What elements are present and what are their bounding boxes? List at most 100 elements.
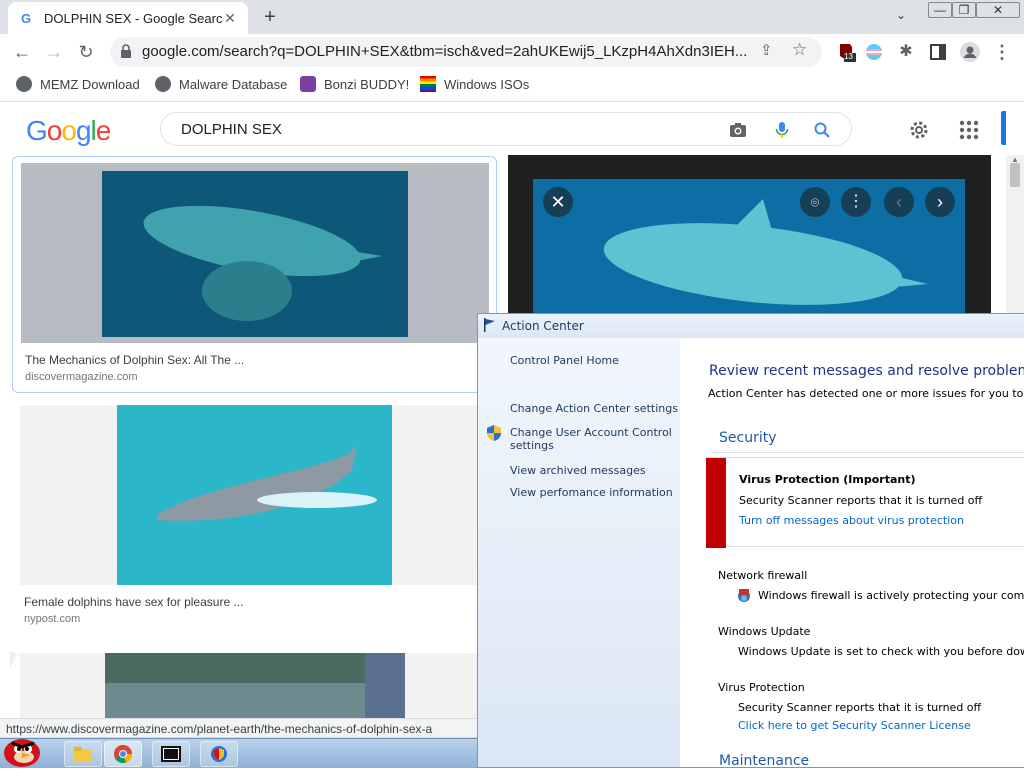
url-text[interactable]: google.com/search?q=DOLPHIN+SEX&tbm=isch… [142, 43, 752, 60]
bookmark-label: Malware Database [179, 76, 288, 92]
firewall-icon [738, 589, 750, 602]
taskbar-chrome[interactable] [104, 741, 142, 767]
get-security-scanner-license-link[interactable]: Click here to get Security Scanner Licen… [738, 719, 971, 732]
image-preview-panel: ✕ ⌾ ⋮ ‹ › [508, 155, 991, 315]
share-icon[interactable]: ⇪ [760, 41, 773, 59]
bookmark-label: Windows ISOs [444, 76, 530, 92]
dolphin-image [117, 405, 392, 585]
maximize-button[interactable]: ❐ [952, 2, 976, 18]
alert-text: Security Scanner reports that it is turn… [739, 494, 983, 507]
security-section-header[interactable]: Security [719, 430, 777, 446]
control-panel-home-link[interactable]: Control Panel Home [510, 354, 619, 367]
network-firewall-label: Network firewall [718, 569, 808, 582]
search-icon[interactable] [813, 121, 831, 139]
maintenance-section-header[interactable]: Maintenance [719, 753, 809, 767]
minimize-button[interactable]: — [928, 2, 952, 18]
pride-extension-icon[interactable] [864, 42, 884, 62]
profile-avatar-icon[interactable] [958, 40, 982, 64]
bonzi-icon [300, 76, 316, 92]
globe-icon [16, 76, 32, 92]
security-section-divider [710, 452, 1024, 453]
view-performance-information-link[interactable]: View perfomance information [510, 486, 673, 499]
logo-letter: e [95, 115, 112, 146]
previous-image-icon[interactable]: ‹ [884, 187, 914, 217]
virus-protection-status-text: Security Scanner reports that it is turn… [738, 701, 982, 714]
rainbow-flag-icon [420, 76, 436, 92]
lock-icon[interactable] [120, 44, 132, 58]
view-archived-messages-link[interactable]: View archived messages [510, 464, 646, 477]
close-preview-icon[interactable]: ✕ [543, 187, 573, 217]
start-button-angry-bird-icon[interactable] [0, 727, 46, 767]
browser-menu-icon[interactable]: ⋮ [990, 40, 1014, 64]
result-source: discovermagazine.com [25, 371, 138, 383]
virus-protection-alert: Virus Protection (Important) Security Sc… [706, 457, 1024, 548]
taskbar-7zip[interactable] [152, 741, 190, 767]
change-uac-settings-link[interactable]: Change User Account Control settings [510, 426, 675, 452]
back-arrow-icon[interactable]: ← [10, 40, 34, 64]
tab-strip: G DOLPHIN SEX - Google Search ✕ + ⌄ — ❐ … [0, 0, 1024, 34]
reload-icon[interactable]: ↻ [74, 40, 98, 64]
action-center-sidebar: Control Panel Home Change Action Center … [478, 338, 680, 767]
bookmark-memz[interactable]: MEMZ Download [16, 76, 140, 92]
browser-tab[interactable]: G DOLPHIN SEX - Google Search ✕ [8, 2, 248, 34]
google-favicon-icon: G [20, 10, 32, 26]
settings-gear-icon[interactable] [908, 119, 930, 141]
action-center-titlebar[interactable]: Action Center [478, 314, 1024, 338]
tab-search-chevron-icon[interactable]: ⌄ [896, 8, 906, 24]
result-source: nypost.com [24, 613, 81, 625]
next-image-icon[interactable]: › [925, 187, 955, 217]
change-action-center-settings-link[interactable]: Change Action Center settings [510, 402, 678, 415]
taskbar-explorer[interactable] [64, 741, 102, 767]
lens-search-icon[interactable]: ⌾ [800, 187, 830, 217]
page-scrollbar[interactable]: ▲ [1006, 155, 1024, 315]
logo-letter: g [75, 115, 92, 146]
review-subheading: Action Center has detected one or more i… [708, 387, 1024, 400]
chrome-icon [114, 745, 133, 764]
tab-title: DOLPHIN SEX - Google Search [44, 10, 222, 26]
action-center-window: Action Center Control Panel Home Change … [477, 313, 1024, 768]
image-result-card[interactable]: Female dolphins have sex for pleasure ..… [12, 405, 497, 630]
logo-letter: o [46, 115, 63, 146]
scrollbar-thumb[interactable] [1010, 163, 1020, 187]
microphone-icon[interactable] [773, 121, 791, 139]
logo-letter: G [26, 115, 48, 146]
taskbar-action-center[interactable] [200, 741, 238, 767]
mouse-cursor-icon [10, 651, 17, 668]
bookmark-windows-isos[interactable]: Windows ISOs [420, 76, 529, 92]
extensions-puzzle-icon[interactable]: ✱ [894, 40, 918, 64]
windows-update-status-text: Windows Update is set to check with you … [738, 645, 1024, 658]
window-title: Action Center [502, 319, 584, 333]
bookmark-label: MEMZ Download [40, 76, 140, 92]
sign-in-button-edge[interactable] [1001, 111, 1006, 145]
bookmarks-bar: MEMZ Download Malware Database Bonzi BUD… [0, 70, 1024, 102]
new-tab-button[interactable]: + [258, 5, 282, 29]
bookmark-malware-database[interactable]: Malware Database [155, 76, 287, 92]
address-bar[interactable]: google.com/search?q=DOLPHIN+SEX&tbm=isch… [110, 37, 822, 67]
result-image[interactable] [20, 405, 486, 585]
folder-icon [74, 747, 92, 762]
bookmark-bonzi-buddy[interactable]: Bonzi BUDDY! [300, 76, 409, 92]
uac-shield-icon [487, 425, 501, 441]
ublock-extension-icon[interactable]: 13 [836, 42, 856, 62]
google-apps-icon[interactable] [958, 119, 980, 141]
globe-icon [155, 76, 171, 92]
link-status-bubble: https://www.discovermagazine.com/planet-… [0, 718, 478, 738]
alert-title: Virus Protection (Important) [739, 473, 916, 486]
close-tab-icon[interactable]: ✕ [222, 10, 238, 27]
bookmark-label: Bonzi BUDDY! [324, 76, 410, 92]
7zip-icon [161, 746, 181, 762]
side-panel-icon[interactable] [926, 40, 950, 64]
result-title[interactable]: Female dolphins have sex for pleasure ..… [24, 595, 243, 609]
camera-icon[interactable] [729, 121, 747, 139]
forward-arrow-icon[interactable]: → [42, 40, 66, 64]
turn-off-virus-messages-link[interactable]: Turn off messages about virus protection [739, 514, 964, 527]
result-image[interactable] [21, 163, 489, 343]
bookmark-star-icon[interactable]: ☆ [792, 40, 807, 60]
result-title[interactable]: The Mechanics of Dolphin Sex: All The ..… [25, 353, 244, 367]
google-logo[interactable]: Google [26, 115, 112, 147]
search-input[interactable] [181, 119, 701, 139]
action-center-content: Review recent messages and resolve probl… [680, 338, 1024, 767]
more-options-icon[interactable]: ⋮ [841, 187, 871, 217]
close-window-button[interactable]: ✕ [976, 2, 1020, 18]
image-result-card[interactable]: The Mechanics of Dolphin Sex: All The ..… [12, 156, 497, 393]
